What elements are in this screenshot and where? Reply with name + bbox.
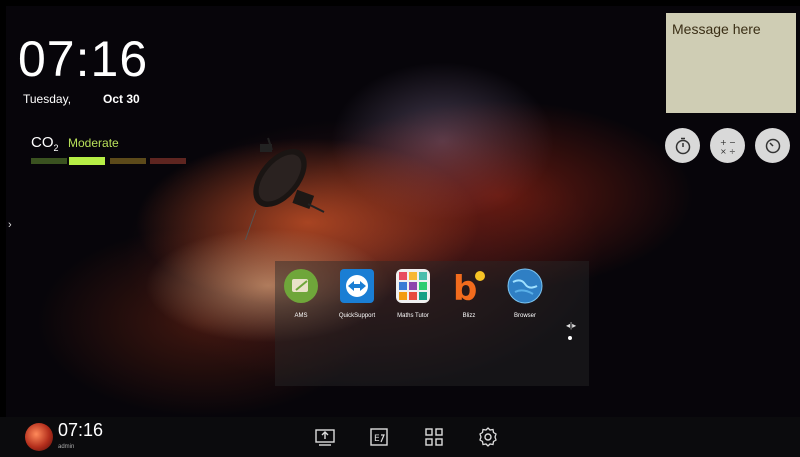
page-indicator-dot [568,336,572,340]
clock-date: Oct 30 [103,92,140,106]
ams-icon [284,269,318,303]
apps-grid-button[interactable] [422,425,446,449]
svg-text:+: + [720,138,727,147]
app-blizz[interactable]: b Blizz [439,268,499,319]
svg-text:−: − [729,138,736,147]
sticky-note[interactable]: Message here [666,13,796,113]
taskbar-time: 07:16 [58,420,104,440]
svg-text:×: × [720,147,727,156]
co2-bar-poor [110,158,146,164]
panel-resize-handle-icon[interactable]: ◂|▸ [566,321,576,330]
whiteboard-button[interactable]: E [367,425,391,449]
quicksupport-icon [340,269,374,303]
space-probe-image [244,137,325,240]
co2-label: CO2 [31,134,59,153]
blizz-icon: b [453,269,485,309]
app-label-browser: Browser [513,313,536,319]
timer-icon [765,138,780,153]
browser-icon [507,268,543,304]
app-label-blizz: Blizz [462,313,476,319]
whiteboard-icon: E [370,428,388,446]
stopwatch-icon [675,137,690,154]
co2-level: Moderate [68,136,119,150]
calculator-icon: + −× ÷ [720,138,736,156]
app-label-maths-tutor: Maths Tutor [397,313,429,319]
source-input-icon [315,429,335,446]
app-maths-tutor[interactable]: Maths Tutor [383,268,443,319]
co2-label-sub: 2 [53,143,59,153]
source-input-button[interactable] [313,425,337,449]
co2-bar-moderate [69,157,105,165]
sidebar-expand-arrow[interactable]: › [8,219,12,231]
svg-text:E: E [374,434,380,444]
app-ams[interactable]: AMS [271,268,331,319]
user-avatar[interactable] [25,423,53,451]
svg-text:÷: ÷ [729,147,736,156]
taskbar-username: admin [58,444,75,450]
stopwatch-button[interactable] [665,128,700,163]
settings-gear-icon [479,427,497,447]
maths-tutor-icon [396,269,430,303]
co2-bar-bad [150,158,186,164]
co2-bar-good [31,158,67,164]
co2-label-main: CO [31,134,54,151]
calculator-button[interactable]: + − × ÷ [710,128,745,163]
clock-day: Tuesday, [23,92,72,106]
app-label-ams: AMS [294,313,308,319]
app-browser[interactable]: Browser [495,268,555,319]
svg-text:b: b [453,269,477,304]
timer-button[interactable] [755,128,790,163]
app-label-quicksupport: QuickSupport [338,313,376,319]
sticky-note-text: Message here [672,21,761,37]
clock-time: 07:16 [18,31,149,87]
taskbar [0,417,800,457]
apps-grid-icon [425,428,443,446]
app-quicksupport[interactable]: QuickSupport [327,268,387,319]
settings-button[interactable] [476,425,500,449]
